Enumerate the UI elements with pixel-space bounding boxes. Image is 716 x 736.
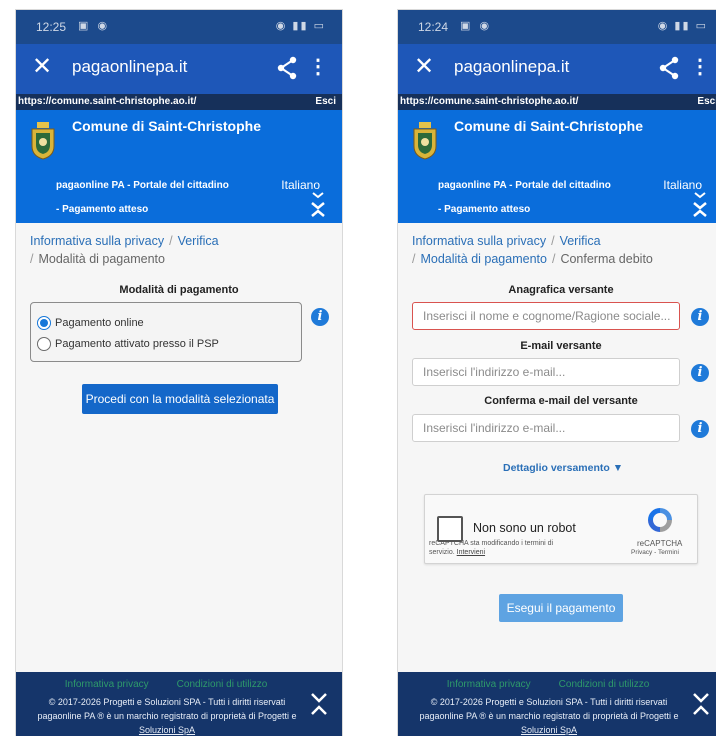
proceed-button[interactable]: Procedi con la modalità selezionata xyxy=(82,384,278,414)
site-url-strip: https://comune.saint-christophe.ao.it/ E… xyxy=(16,94,342,110)
municipal-crest-icon xyxy=(31,122,55,160)
municipality-title: Comune di Saint-Christophe xyxy=(454,118,643,134)
footer-copyright: © 2017-2026 Progetti e Soluzioni SPA - T… xyxy=(22,695,312,736)
exit-link[interactable]: Esci xyxy=(697,96,716,107)
phone-screen-payment-method: 12:25 ▣ ◉ ◉ ▮▮ ▭ ✕ pagaonlinepa.it ⋮ htt… xyxy=(16,10,342,736)
radio-option-psp[interactable]: Pagamento attivato presso il PSP xyxy=(37,337,219,351)
info-icon[interactable]: i xyxy=(311,308,329,326)
system-icons: ◉ ▮▮ ▭ xyxy=(657,20,708,32)
breadcrumb-verifica[interactable]: Verifica xyxy=(560,234,601,248)
footer-privacy-link[interactable]: Informativa privacy xyxy=(447,679,531,690)
recaptcha-privacy-terms[interactable]: Privacy - Termini xyxy=(631,549,679,556)
collapse-chevron-icon[interactable] xyxy=(310,190,326,218)
site-url[interactable]: https://comune.saint-christophe.ao.it/ xyxy=(18,96,196,107)
recaptcha-notice: reCAPTCHA sta modificando i termini di s… xyxy=(429,539,579,557)
breadcrumb-privacy[interactable]: Informativa sulla privacy xyxy=(412,234,546,248)
status-bar: 12:24 ▣ ◉ ◉ ▮▮ ▭ xyxy=(398,10,716,44)
share-icon[interactable] xyxy=(276,56,298,80)
breadcrumb-current: Conferma debito xyxy=(560,252,653,266)
execute-payment-button[interactable]: Esegui il pagamento xyxy=(499,594,623,622)
footer-privacy-link[interactable]: Informativa privacy xyxy=(65,679,149,690)
collapse-chevron-icon[interactable] xyxy=(692,190,708,218)
radio-online-checked[interactable] xyxy=(37,316,51,330)
footer-terms-link[interactable]: Condizioni di utilizzo xyxy=(177,679,268,690)
phone-screen-payer-details: 12:24 ▣ ◉ ◉ ▮▮ ▭ ✕ pagaonlinepa.it ⋮ htt… xyxy=(398,10,716,736)
system-icons: ◉ ▮▮ ▭ xyxy=(275,20,326,32)
radio-option-online[interactable]: Pagamento online xyxy=(37,316,144,330)
portal-subtitle: pagaonline PA - Portale del cittadino xyxy=(56,180,229,191)
payment-details-label: Dettaglio versamento xyxy=(503,462,610,474)
radio-online-label: Pagamento online xyxy=(55,316,144,329)
email-input[interactable]: Inserisci l'indirizzo e-mail... xyxy=(412,358,680,386)
copyright-line-3[interactable]: Soluzioni SpA xyxy=(22,723,312,736)
collapse-chevron-icon[interactable] xyxy=(310,690,328,718)
payment-method-title: Modalità di pagamento xyxy=(119,284,239,296)
status-time: 12:24 xyxy=(418,20,449,34)
info-icon[interactable]: i xyxy=(691,308,709,326)
radio-psp-unchecked[interactable] xyxy=(37,337,51,351)
municipality-title: Comune di Saint-Christophe xyxy=(72,118,261,134)
footer-links: Informativa privacy Condizioni di utilizz… xyxy=(16,679,316,690)
share-icon[interactable] xyxy=(658,56,680,80)
portal-header: Comune di Saint-Christophe pagaonline PA… xyxy=(398,110,716,223)
browser-domain: pagaonlinepa.it xyxy=(454,57,570,76)
payment-method-group: Pagamento online Pagamento attivato pres… xyxy=(30,302,302,362)
collapse-chevron-icon[interactable] xyxy=(692,690,710,718)
exit-link[interactable]: Esci xyxy=(315,96,336,107)
close-icon[interactable]: ✕ xyxy=(414,55,434,79)
site-url[interactable]: https://comune.saint-christophe.ao.it/ xyxy=(400,96,578,107)
payment-status: - Pagamento atteso xyxy=(438,204,531,215)
portal-subtitle: pagaonline PA - Portale del cittadino xyxy=(438,180,611,191)
payer-name-input[interactable]: Inserisci il nome e cognome/Ragione soci… xyxy=(412,302,680,330)
footer: Informativa privacy Condizioni di utilizz… xyxy=(16,672,342,736)
copyright-line-2: pagaonline PA ® è un marchio registrato … xyxy=(37,711,297,721)
info-icon[interactable]: i xyxy=(691,420,709,438)
close-icon[interactable]: ✕ xyxy=(32,55,52,79)
site-url-strip: https://comune.saint-christophe.ao.it/ E… xyxy=(398,94,716,110)
copyright-line-1: © 2017-2026 Progetti e Soluzioni SPA - T… xyxy=(430,697,668,707)
caret-down-icon: ▼ xyxy=(612,462,624,474)
recaptcha-logo-icon xyxy=(648,508,672,532)
more-vert-icon[interactable]: ⋮ xyxy=(308,57,328,77)
breadcrumb: Informativa sulla privacy / Verifica / Moda… xyxy=(412,234,653,266)
copyright-line-3[interactable]: Soluzioni SpA xyxy=(404,723,694,736)
status-time: 12:25 xyxy=(36,20,67,34)
browser-toolbar: ✕ pagaonlinepa.it ⋮ xyxy=(398,44,716,94)
payment-status: - Pagamento atteso xyxy=(56,204,149,215)
portal-header: Comune di Saint-Christophe pagaonline PA… xyxy=(16,110,342,223)
breadcrumb-payment-method[interactable]: Modalità di pagamento xyxy=(420,252,546,266)
email-label: E-mail versante xyxy=(520,340,602,352)
notification-icons: ▣ ◉ xyxy=(460,20,493,32)
municipal-crest-icon xyxy=(413,122,437,160)
copyright-line-2: pagaonline PA ® è un marchio registrato … xyxy=(419,711,679,721)
breadcrumb-current: Modalità di pagamento xyxy=(38,252,165,266)
notification-icons: ▣ ◉ xyxy=(78,20,111,32)
payer-label: Anagrafica versante xyxy=(508,284,614,296)
breadcrumb: Informativa sulla privacy / Verifica / Moda… xyxy=(30,234,219,266)
recaptcha-brand: reCAPTCHA xyxy=(637,539,683,548)
confirm-email-label: Conferma e-mail del versante xyxy=(484,395,638,407)
footer-links: Informativa privacy Condizioni di utilizz… xyxy=(398,679,698,690)
footer-copyright: © 2017-2026 Progetti e Soluzioni SPA - T… xyxy=(404,695,694,736)
breadcrumb-privacy[interactable]: Informativa sulla privacy xyxy=(30,234,164,248)
radio-psp-label: Pagamento attivato presso il PSP xyxy=(55,337,219,350)
payment-details-toggle[interactable]: Dettaglio versamento ▼ xyxy=(503,462,623,474)
copyright-line-1: © 2017-2026 Progetti e Soluzioni SPA - T… xyxy=(48,697,286,707)
recaptcha-notice-link[interactable]: Intervieni xyxy=(457,549,485,556)
recaptcha-widget: Non sono un robot reCAPTCHA sta modifica… xyxy=(424,494,698,564)
recaptcha-notice-text: reCAPTCHA sta modificando i termini di s… xyxy=(429,540,554,556)
recaptcha-label: Non sono un robot xyxy=(473,521,576,535)
browser-toolbar: ✕ pagaonlinepa.it ⋮ xyxy=(16,44,342,94)
footer-terms-link[interactable]: Condizioni di utilizzo xyxy=(559,679,650,690)
more-vert-icon[interactable]: ⋮ xyxy=(690,57,710,77)
browser-domain: pagaonlinepa.it xyxy=(72,57,188,76)
breadcrumb-verifica[interactable]: Verifica xyxy=(178,234,219,248)
info-icon[interactable]: i xyxy=(691,364,709,382)
status-bar: 12:25 ▣ ◉ ◉ ▮▮ ▭ xyxy=(16,10,342,44)
footer: Informativa privacy Condizioni di utilizz… xyxy=(398,672,716,736)
confirm-email-input[interactable]: Inserisci l'indirizzo e-mail... xyxy=(412,414,680,442)
